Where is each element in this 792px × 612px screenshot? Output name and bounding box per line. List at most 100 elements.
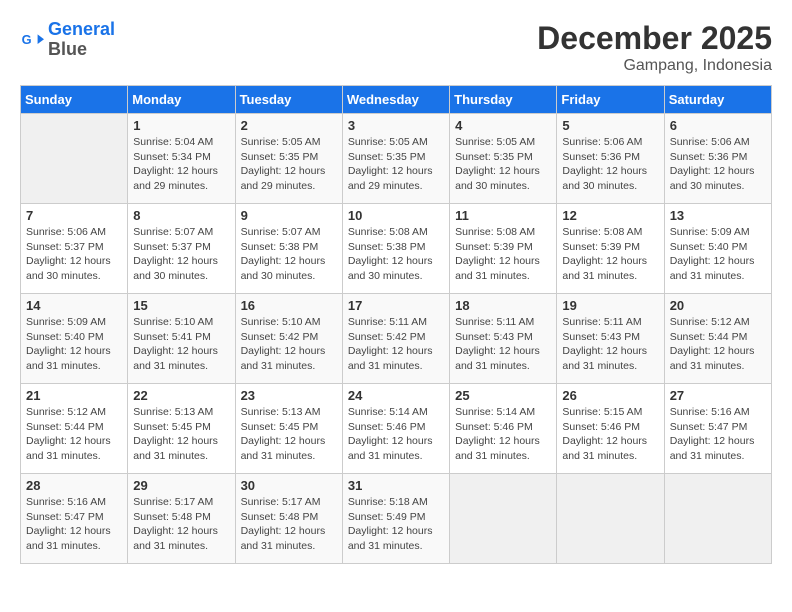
day-number: 19 — [562, 298, 658, 313]
day-info: Sunrise: 5:12 AMSunset: 5:44 PMDaylight:… — [26, 405, 122, 464]
calendar-cell: 8 Sunrise: 5:07 AMSunset: 5:37 PMDaylight… — [128, 204, 235, 294]
day-info: Sunrise: 5:18 AMSunset: 5:49 PMDaylight:… — [348, 495, 444, 554]
day-number: 12 — [562, 208, 658, 223]
title-block: December 2025 Gampang, Indonesia — [537, 20, 772, 75]
logo-icon: G — [20, 28, 44, 52]
calendar-cell: 5 Sunrise: 5:06 AMSunset: 5:36 PMDaylight… — [557, 114, 664, 204]
calendar-cell: 16Sunrise: 5:10 AMSunset: 5:42 PMDayligh… — [235, 294, 342, 384]
calendar-week-1: 1Sunrise: 5:04 AMSunset: 5:34 PMDaylight… — [21, 114, 772, 204]
calendar-week-5: 28Sunrise: 5:16 AMSunset: 5:47 PMDayligh… — [21, 474, 772, 564]
calendar-cell — [664, 474, 771, 564]
day-number: 17 — [348, 298, 444, 313]
logo-text: General Blue — [48, 20, 115, 60]
calendar-cell: 22 Sunrise: 5:13 AMSunset: 5:45 PMDayligh… — [128, 384, 235, 474]
calendar-cell: 18Sunrise: 5:11 AMSunset: 5:43 PMDayligh… — [450, 294, 557, 384]
day-number: 6 — [670, 118, 766, 133]
day-header-monday: Monday — [128, 86, 235, 114]
calendar-week-3: 14Sunrise: 5:09 AMSunset: 5:40 PMDayligh… — [21, 294, 772, 384]
day-number: 15 — [133, 298, 229, 313]
day-header-wednesday: Wednesday — [342, 86, 449, 114]
day-info: Sunrise: 5:06 AMSunset: 5:36 PMDaylight:… — [670, 135, 766, 194]
day-number: 22 — [133, 388, 229, 403]
day-number: 20 — [670, 298, 766, 313]
calendar-table: SundayMondayTuesdayWednesdayThursdayFrid… — [20, 85, 772, 564]
calendar-cell: 9 Sunrise: 5:07 AMSunset: 5:38 PMDaylight… — [235, 204, 342, 294]
calendar-cell — [21, 114, 128, 204]
day-number: 30 — [241, 478, 337, 493]
day-number: 29 — [133, 478, 229, 493]
logo: G General Blue — [20, 20, 115, 60]
day-header-friday: Friday — [557, 86, 664, 114]
day-info: Sunrise: 5:06 AMSunset: 5:36 PMDaylight:… — [562, 135, 658, 194]
day-info: Sunrise: 5:07 AMSunset: 5:37 PMDaylight:… — [133, 225, 229, 284]
calendar-cell: 30 Sunrise: 5:17 AMSunset: 5:48 PMDayligh… — [235, 474, 342, 564]
calendar-cell: 29 Sunrise: 5:17 AMSunset: 5:48 PMDayligh… — [128, 474, 235, 564]
day-number: 9 — [241, 208, 337, 223]
header-row: SundayMondayTuesdayWednesdayThursdayFrid… — [21, 86, 772, 114]
day-number: 4 — [455, 118, 551, 133]
day-number: 23 — [241, 388, 337, 403]
calendar-cell: 2Sunrise: 5:05 AMSunset: 5:35 PMDaylight… — [235, 114, 342, 204]
calendar-cell: 28Sunrise: 5:16 AMSunset: 5:47 PMDayligh… — [21, 474, 128, 564]
calendar-cell: 6 Sunrise: 5:06 AMSunset: 5:36 PMDaylight… — [664, 114, 771, 204]
day-info: Sunrise: 5:07 AMSunset: 5:38 PMDaylight:… — [241, 225, 337, 284]
day-info: Sunrise: 5:08 AMSunset: 5:39 PMDaylight:… — [562, 225, 658, 284]
day-number: 16 — [241, 298, 337, 313]
day-info: Sunrise: 5:11 AMSunset: 5:43 PMDaylight:… — [455, 315, 551, 374]
calendar-cell: 24 Sunrise: 5:14 AMSunset: 5:46 PMDayligh… — [342, 384, 449, 474]
calendar-cell: 10Sunrise: 5:08 AMSunset: 5:38 PMDayligh… — [342, 204, 449, 294]
day-number: 10 — [348, 208, 444, 223]
day-number: 3 — [348, 118, 444, 133]
day-number: 2 — [241, 118, 337, 133]
calendar-cell: 7Sunrise: 5:06 AMSunset: 5:37 PMDaylight… — [21, 204, 128, 294]
day-info: Sunrise: 5:14 AMSunset: 5:46 PMDaylight:… — [455, 405, 551, 464]
day-number: 25 — [455, 388, 551, 403]
day-info: Sunrise: 5:11 AMSunset: 5:42 PMDaylight:… — [348, 315, 444, 374]
calendar-week-2: 7Sunrise: 5:06 AMSunset: 5:37 PMDaylight… — [21, 204, 772, 294]
day-info: Sunrise: 5:17 AMSunset: 5:48 PMDaylight:… — [241, 495, 337, 554]
calendar-cell: 15 Sunrise: 5:10 AMSunset: 5:41 PMDayligh… — [128, 294, 235, 384]
calendar-cell: 27 Sunrise: 5:16 AMSunset: 5:47 PMDayligh… — [664, 384, 771, 474]
calendar-cell: 31Sunrise: 5:18 AMSunset: 5:49 PMDayligh… — [342, 474, 449, 564]
day-info: Sunrise: 5:08 AMSunset: 5:39 PMDaylight:… — [455, 225, 551, 284]
day-number: 28 — [26, 478, 122, 493]
calendar-cell: 3 Sunrise: 5:05 AMSunset: 5:35 PMDaylight… — [342, 114, 449, 204]
calendar-cell: 20Sunrise: 5:12 AMSunset: 5:44 PMDayligh… — [664, 294, 771, 384]
day-number: 7 — [26, 208, 122, 223]
calendar-cell — [557, 474, 664, 564]
calendar-cell: 21 Sunrise: 5:12 AMSunset: 5:44 PMDayligh… — [21, 384, 128, 474]
calendar-week-4: 21 Sunrise: 5:12 AMSunset: 5:44 PMDayligh… — [21, 384, 772, 474]
day-number: 5 — [562, 118, 658, 133]
svg-text:G: G — [22, 32, 32, 47]
day-info: Sunrise: 5:05 AMSunset: 5:35 PMDaylight:… — [348, 135, 444, 194]
day-number: 26 — [562, 388, 658, 403]
day-number: 11 — [455, 208, 551, 223]
day-info: Sunrise: 5:09 AMSunset: 5:40 PMDaylight:… — [670, 225, 766, 284]
day-number: 13 — [670, 208, 766, 223]
day-number: 21 — [26, 388, 122, 403]
day-header-sunday: Sunday — [21, 86, 128, 114]
calendar-cell: 23 Sunrise: 5:13 AMSunset: 5:45 PMDayligh… — [235, 384, 342, 474]
day-header-tuesday: Tuesday — [235, 86, 342, 114]
day-info: Sunrise: 5:13 AMSunset: 5:45 PMDaylight:… — [241, 405, 337, 464]
page-header: G General Blue December 2025 Gampang, In… — [20, 20, 772, 75]
day-info: Sunrise: 5:16 AMSunset: 5:47 PMDaylight:… — [670, 405, 766, 464]
calendar-cell: 26Sunrise: 5:15 AMSunset: 5:46 PMDayligh… — [557, 384, 664, 474]
calendar-cell: 12 Sunrise: 5:08 AMSunset: 5:39 PMDayligh… — [557, 204, 664, 294]
day-number: 27 — [670, 388, 766, 403]
calendar-cell: 13 Sunrise: 5:09 AMSunset: 5:40 PMDayligh… — [664, 204, 771, 294]
day-info: Sunrise: 5:05 AMSunset: 5:35 PMDaylight:… — [455, 135, 551, 194]
day-number: 8 — [133, 208, 229, 223]
day-number: 24 — [348, 388, 444, 403]
day-info: Sunrise: 5:17 AMSunset: 5:48 PMDaylight:… — [133, 495, 229, 554]
calendar-cell: 4 Sunrise: 5:05 AMSunset: 5:35 PMDaylight… — [450, 114, 557, 204]
calendar-cell: 14Sunrise: 5:09 AMSunset: 5:40 PMDayligh… — [21, 294, 128, 384]
day-info: Sunrise: 5:14 AMSunset: 5:46 PMDaylight:… — [348, 405, 444, 464]
day-info: Sunrise: 5:09 AMSunset: 5:40 PMDaylight:… — [26, 315, 122, 374]
day-info: Sunrise: 5:10 AMSunset: 5:41 PMDaylight:… — [133, 315, 229, 374]
calendar-cell — [450, 474, 557, 564]
day-number: 1 — [133, 118, 229, 133]
day-header-thursday: Thursday — [450, 86, 557, 114]
calendar-cell: 11 Sunrise: 5:08 AMSunset: 5:39 PMDayligh… — [450, 204, 557, 294]
day-info: Sunrise: 5:13 AMSunset: 5:45 PMDaylight:… — [133, 405, 229, 464]
